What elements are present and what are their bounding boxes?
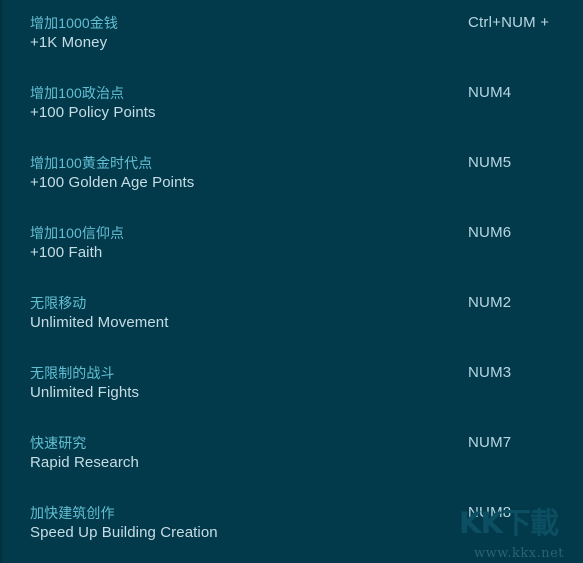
cheat-row[interactable]: 增加100政治点 +100 Policy Points NUM4 (0, 83, 583, 153)
cheat-row[interactable]: 加快建筑创作 Speed Up Building Creation NUM8 (0, 503, 583, 563)
cheat-label-chinese: 增加100信仰点 (30, 225, 125, 241)
cheat-label-english: +100 Golden Age Points (30, 174, 195, 191)
cheat-row[interactable]: 无限移动 Unlimited Movement NUM2 (0, 293, 583, 363)
cheat-label-chinese: 快速研究 (30, 435, 87, 451)
cheat-row-labels: 无限移动 Unlimited Movement (30, 293, 450, 333)
cheat-hotkey[interactable]: NUM2 (468, 293, 511, 313)
cheat-row-labels: 快速研究 Rapid Research (30, 433, 450, 473)
cheat-label-chinese: 增加1000金钱 (30, 15, 118, 31)
cheat-row[interactable]: 增加1000金钱 +1K Money Ctrl+NUM + (0, 13, 583, 83)
cheat-label-chinese: 无限制的战斗 (30, 365, 115, 381)
cheat-row[interactable]: 增加100信仰点 +100 Faith NUM6 (0, 223, 583, 293)
cheat-row-labels: 增加100黄金时代点 +100 Golden Age Points (30, 153, 450, 193)
cheat-label-english: Speed Up Building Creation (30, 524, 218, 541)
cheat-hotkey[interactable]: Ctrl+NUM + (468, 13, 549, 33)
cheat-row-labels: 无限制的战斗 Unlimited Fights (30, 363, 450, 403)
cheat-label-english: Rapid Research (30, 454, 139, 471)
cheat-hotkey[interactable]: NUM3 (468, 363, 511, 383)
cheat-hotkey[interactable]: NUM6 (468, 223, 511, 243)
cheat-panel: 增加1000金钱 +1K Money Ctrl+NUM + 增加100政治点 +… (0, 0, 583, 563)
cheat-hotkey[interactable]: NUM5 (468, 153, 511, 173)
cheat-label-english: +100 Faith (30, 244, 103, 261)
cheat-label-chinese: 增加100黄金时代点 (30, 155, 153, 171)
cheat-row-labels: 加快建筑创作 Speed Up Building Creation (30, 503, 450, 543)
cheat-label-chinese: 无限移动 (30, 295, 87, 311)
cheat-label-english: +100 Policy Points (30, 104, 156, 121)
cheat-row-labels: 增加100政治点 +100 Policy Points (30, 83, 450, 123)
cheat-label-english: Unlimited Fights (30, 384, 140, 401)
cheat-row[interactable]: 无限制的战斗 Unlimited Fights NUM3 (0, 363, 583, 433)
cheat-row[interactable]: 增加100黄金时代点 +100 Golden Age Points NUM5 (0, 153, 583, 223)
cheat-label-chinese: 增加100政治点 (30, 85, 125, 101)
cheat-row-labels: 增加100信仰点 +100 Faith (30, 223, 450, 263)
cheat-hotkey[interactable]: NUM7 (468, 433, 511, 453)
cheat-row[interactable]: 快速研究 Rapid Research NUM7 (0, 433, 583, 503)
cheat-label-english: +1K Money (30, 34, 108, 51)
cheat-list: 增加1000金钱 +1K Money Ctrl+NUM + 增加100政治点 +… (0, 0, 583, 563)
cheat-row-labels: 增加1000金钱 +1K Money (30, 13, 450, 53)
cheat-label-english: Unlimited Movement (30, 314, 169, 331)
cheat-hotkey[interactable]: NUM4 (468, 83, 511, 103)
cheat-hotkey[interactable]: NUM8 (468, 503, 511, 523)
cheat-label-chinese: 加快建筑创作 (30, 505, 115, 521)
